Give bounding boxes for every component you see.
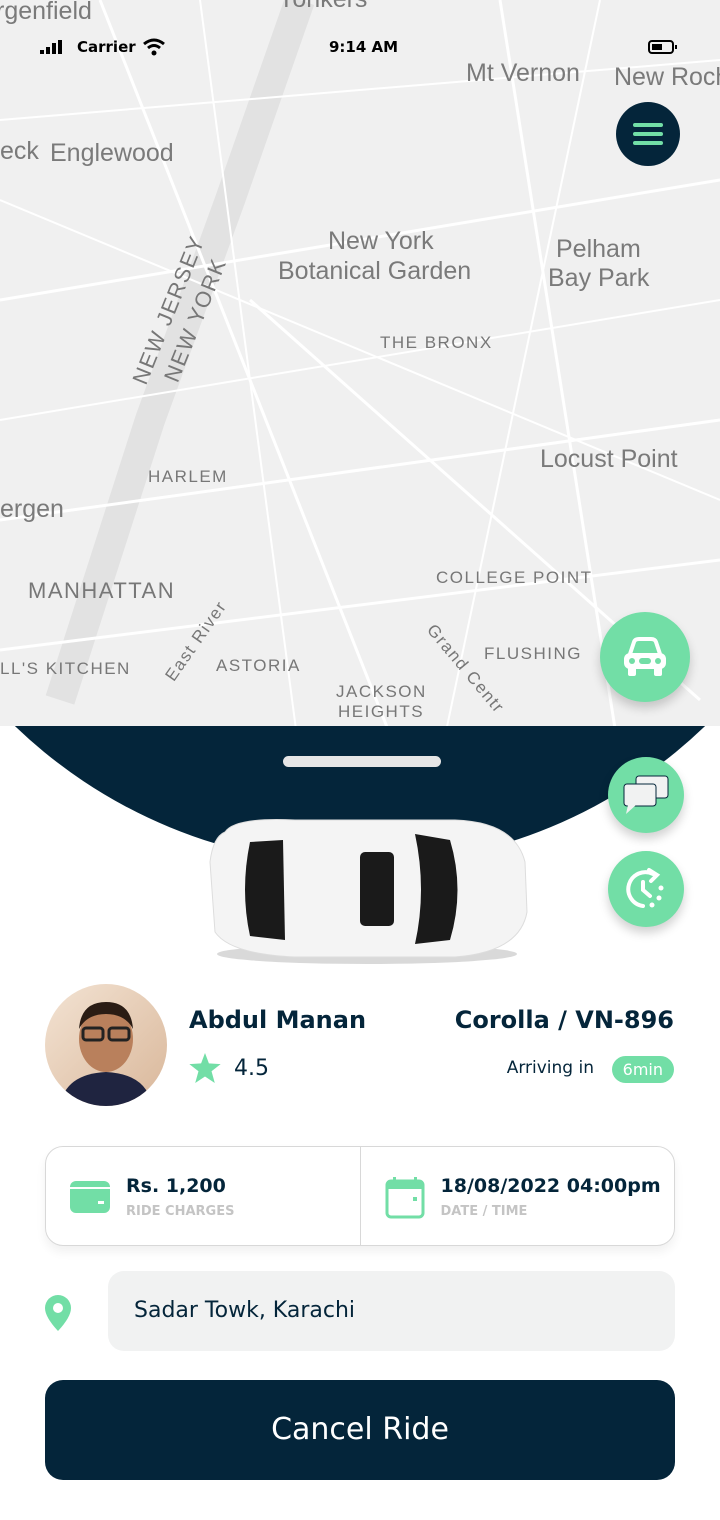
map-label: rgenfield [0, 0, 92, 25]
signal-icon [40, 40, 62, 54]
map-label: JACKSON [336, 682, 427, 701]
ride-datetime: 18/08/2022 04:00pm DATE / TIME [359, 1147, 675, 1245]
charges-value: Rs. 1,200 [126, 1175, 226, 1197]
map-label: New Roch [614, 63, 720, 91]
eta-badge: 6min [611, 1056, 674, 1083]
map-label: Englewood [50, 139, 174, 167]
map-label: Yonkers [278, 0, 367, 14]
location-pin-icon [45, 1295, 71, 1331]
menu-button[interactable] [616, 102, 680, 166]
drag-handle[interactable] [283, 756, 441, 767]
map-label: Pelham [556, 235, 641, 263]
driver-rating: 4.5 [234, 1056, 269, 1081]
map-label: MANHATTAN [28, 578, 176, 603]
pickup-location-field[interactable]: Sadar Towk, Karachi [108, 1271, 675, 1351]
ride-info-card: Rs. 1,200 RIDE CHARGES 18/08/2022 04:00p… [45, 1146, 675, 1246]
map-label: eck [0, 137, 39, 165]
datetime-label: DATE / TIME [440, 1204, 528, 1219]
cancel-ride-button[interactable]: Cancel Ride [45, 1380, 675, 1480]
map-label: COLLEGE POINT [436, 568, 593, 587]
driver-photo [60, 1002, 152, 1106]
map-label: THE BRONX [380, 333, 493, 352]
map-label: LL'S KITCHEN [0, 659, 131, 678]
map-label: HARLEM [148, 467, 228, 486]
map-label: New York [328, 227, 434, 255]
wallet-icon [70, 1181, 110, 1213]
car-icon [624, 637, 666, 676]
arriving-label: Arriving in [506, 1058, 594, 1078]
map-label: HEIGHTS [338, 702, 425, 721]
map-label: ASTORIA [216, 656, 301, 675]
vehicle-info: Corolla / VN-896 [454, 1006, 674, 1034]
charges-label: RIDE CHARGES [126, 1204, 235, 1219]
calendar-icon [385, 1177, 424, 1219]
map-label: Botanical Garden [278, 257, 472, 285]
car-locate-button[interactable] [600, 612, 690, 702]
menu-icon [633, 123, 663, 127]
chat-button[interactable] [608, 757, 684, 833]
driver-name: Abdul Manan [189, 1006, 367, 1034]
carrier-label: Carrier [77, 38, 136, 56]
ride-charges: Rs. 1,200 RIDE CHARGES [46, 1147, 360, 1245]
clock: 9:14 AM [329, 38, 399, 56]
datetime-value: 18/08/2022 04:00pm [440, 1175, 661, 1197]
status-bar: Carrier 9:14 AM [0, 36, 720, 60]
battery-icon [648, 40, 677, 54]
map-label: ergen [0, 495, 64, 523]
chat-icon [623, 775, 669, 814]
map-label: Locust Point [540, 445, 678, 473]
car-image [209, 819, 528, 964]
schedule-button[interactable] [608, 851, 684, 927]
map-label: FLUSHING [484, 644, 582, 663]
driver-avatar[interactable] [45, 984, 167, 1106]
map-label: Mt Vernon [466, 59, 580, 87]
clock-refresh-icon [626, 868, 664, 908]
wifi-icon [143, 38, 165, 56]
star-icon [189, 1053, 221, 1083]
map-label: Bay Park [548, 264, 650, 292]
